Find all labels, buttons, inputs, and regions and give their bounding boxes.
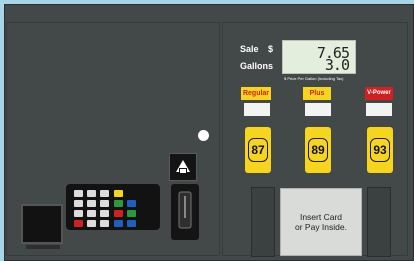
keypad-key[interactable] [127, 220, 136, 227]
keypad-key[interactable] [87, 210, 96, 217]
grade-button-87[interactable]: 87 [245, 127, 271, 173]
octane-87: 87 [248, 138, 268, 162]
keypad-key[interactable] [114, 220, 123, 227]
insert-card-message: Insert Card or Pay Inside. [280, 188, 362, 256]
grade-label-vpower: V-Power [365, 87, 393, 100]
keypad-key[interactable] [127, 210, 136, 217]
card-reader[interactable] [171, 184, 199, 240]
price-per-gallon-caption: $ Price Per Gallon (Including Tax) [284, 76, 344, 81]
grade-button-89[interactable]: 89 [305, 127, 331, 173]
keypad-key[interactable] [114, 190, 123, 197]
grade-label-regular: Regular [241, 87, 271, 100]
keypad-key[interactable] [74, 210, 83, 217]
keypad-key[interactable] [100, 200, 109, 207]
keypad [66, 184, 160, 230]
receipt-printer [169, 153, 197, 181]
sale-label: Sale [240, 44, 259, 54]
indicator-light [198, 130, 209, 141]
keypad-key[interactable] [87, 220, 96, 227]
keypad-key[interactable] [87, 190, 96, 197]
pump-screen [21, 204, 63, 244]
currency-label: $ [268, 44, 274, 54]
price-box-regular [244, 103, 270, 116]
grade-label-plus: Plus [303, 87, 331, 100]
price-box-vpower [366, 103, 392, 116]
sale-display: 7.65 3.0 [282, 40, 356, 74]
octane-89: 89 [308, 138, 328, 162]
keypad-key[interactable] [74, 190, 83, 197]
keypad-key[interactable] [87, 200, 96, 207]
keypad-key[interactable] [100, 220, 109, 227]
screen-base [26, 245, 60, 249]
keypad-key[interactable] [74, 220, 83, 227]
gallons-label: Gallons [240, 61, 274, 71]
nozzle-slot-right [367, 187, 391, 257]
keypad-key[interactable] [74, 200, 83, 207]
gallons-value: 3.0 [324, 56, 350, 74]
keypad-key[interactable] [100, 210, 109, 217]
price-box-plus [305, 103, 331, 116]
keypad-key[interactable] [114, 200, 123, 207]
insert-card-line2: or Pay Inside. [295, 222, 347, 232]
octane-93: 93 [370, 138, 390, 162]
nozzle-slot-left [251, 187, 275, 257]
keypad-key[interactable] [127, 200, 136, 207]
card-slot-icon [178, 191, 192, 229]
grade-button-93[interactable]: 93 [367, 127, 393, 173]
keypad-key[interactable] [100, 190, 109, 197]
keypad-key[interactable] [114, 210, 123, 217]
receipt-icon [176, 160, 190, 174]
insert-card-line1: Insert Card [299, 212, 343, 222]
